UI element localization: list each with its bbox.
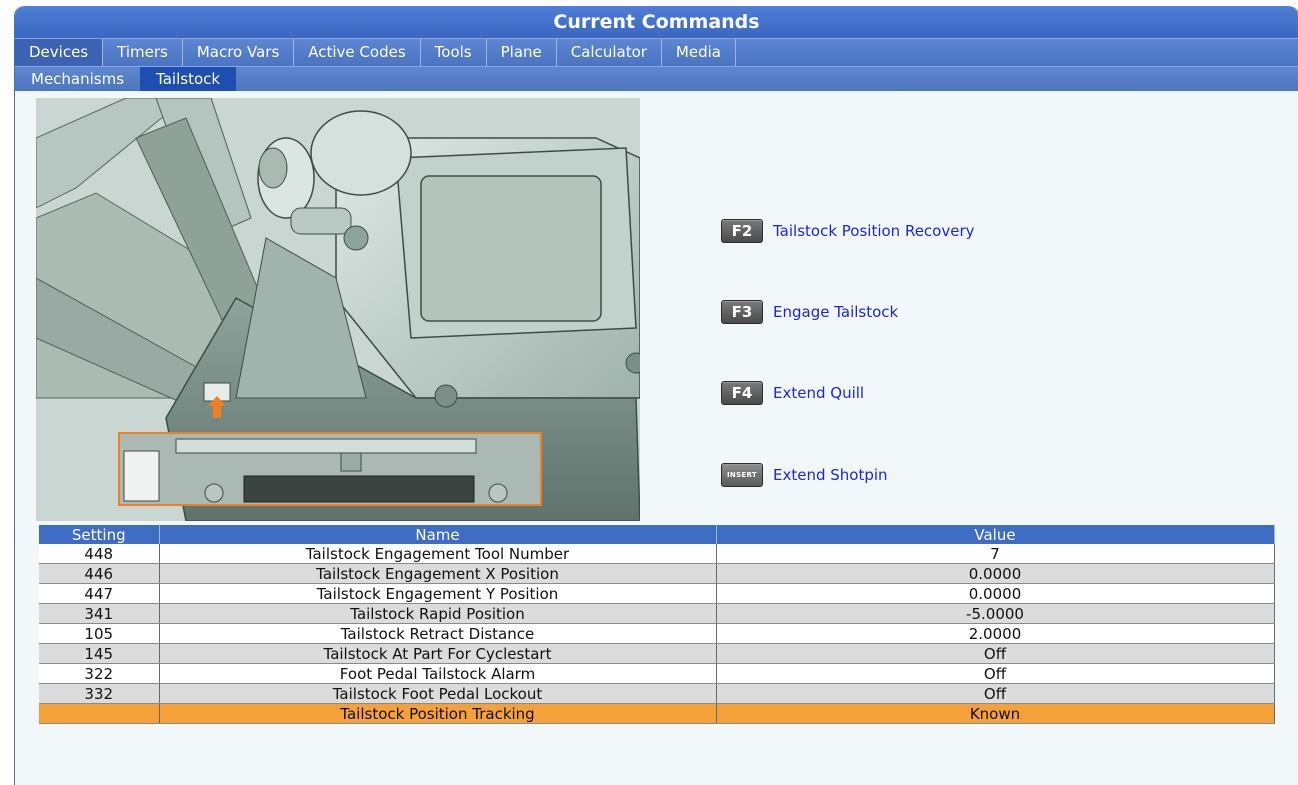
setting-name: Tailstock Position Tracking	[159, 703, 717, 724]
tab-bar-filler	[736, 39, 1298, 66]
setting-name: Tailstock Rapid Position	[159, 603, 717, 624]
setting-number: 332	[39, 683, 160, 704]
subtab-tailstock[interactable]: Tailstock	[140, 67, 237, 91]
setting-number: 341	[39, 603, 160, 624]
tailstock-illustration	[36, 98, 640, 521]
setting-name: Tailstock Engagement Y Position	[159, 583, 717, 604]
table-row[interactable]: 448 Tailstock Engagement Tool Number 7	[39, 544, 1275, 564]
setting-number: 448	[39, 544, 160, 564]
column-header-name[interactable]: Name	[159, 525, 717, 544]
window-title: Current Commands	[15, 6, 1298, 38]
f4-key[interactable]: F4	[721, 381, 763, 405]
column-header-setting[interactable]: Setting	[39, 525, 160, 544]
table-row[interactable]: 322 Foot Pedal Tailstock Alarm Off	[39, 663, 1275, 684]
table-header-row: Setting Name Value	[39, 525, 1275, 544]
setting-name: Tailstock At Part For Cyclestart	[159, 643, 717, 664]
tab-plane[interactable]: Plane	[487, 39, 557, 66]
table-row[interactable]: 341 Tailstock Rapid Position -5.0000	[39, 603, 1275, 624]
setting-name: Tailstock Engagement X Position	[159, 563, 717, 584]
tab-macro-vars[interactable]: Macro Vars	[183, 39, 295, 66]
tab-active-codes[interactable]: Active Codes	[294, 39, 421, 66]
function-f4[interactable]: F4 Extend Quill	[721, 380, 864, 406]
tailstock-position-recovery-label[interactable]: Tailstock Position Recovery	[773, 222, 975, 240]
function-f2[interactable]: F2 Tailstock Position Recovery	[721, 218, 975, 244]
tab-devices[interactable]: Devices	[15, 39, 104, 66]
f2-key[interactable]: F2	[721, 219, 763, 243]
extend-quill-label[interactable]: Extend Quill	[773, 384, 864, 402]
setting-value[interactable]: Off	[716, 643, 1275, 664]
setting-value[interactable]: Off	[716, 663, 1275, 684]
setting-value[interactable]: -5.0000	[716, 603, 1275, 624]
f3-key[interactable]: F3	[721, 300, 763, 324]
main-tab-bar: Devices Timers Macro Vars Active Codes T…	[15, 38, 1298, 66]
tab-timers[interactable]: Timers	[103, 39, 183, 66]
current-commands-window: Current Commands Devices Timers Macro Va…	[14, 6, 1298, 785]
extend-shotpin-label[interactable]: Extend Shotpin	[773, 466, 888, 484]
setting-value[interactable]: 0.0000	[716, 583, 1275, 604]
table-row[interactable]: 446 Tailstock Engagement X Position 0.00…	[39, 563, 1275, 584]
setting-value[interactable]: Off	[716, 683, 1275, 704]
tailstock-settings-table: Setting Name Value 448 Tailstock Engagem…	[39, 525, 1275, 724]
setting-name: Tailstock Engagement Tool Number	[159, 544, 717, 564]
insert-key[interactable]: INSERT	[721, 463, 763, 487]
setting-name: Tailstock Retract Distance	[159, 623, 717, 644]
setting-value[interactable]: 0.0000	[716, 563, 1275, 584]
table-row-selected[interactable]: Tailstock Position Tracking Known	[39, 703, 1275, 724]
setting-value[interactable]: 7	[716, 544, 1275, 564]
setting-number	[39, 703, 160, 724]
setting-number: 447	[39, 583, 160, 604]
setting-number: 446	[39, 563, 160, 584]
table-row[interactable]: 332 Tailstock Foot Pedal Lockout Off	[39, 683, 1275, 704]
column-header-value[interactable]: Value	[716, 525, 1275, 544]
table-row[interactable]: 447 Tailstock Engagement Y Position 0.00…	[39, 583, 1275, 604]
function-f3[interactable]: F3 Engage Tailstock	[721, 299, 898, 325]
function-insert[interactable]: INSERT Extend Shotpin	[721, 462, 888, 488]
tab-calculator[interactable]: Calculator	[557, 39, 662, 66]
setting-value[interactable]: 2.0000	[716, 623, 1275, 644]
setting-name: Tailstock Foot Pedal Lockout	[159, 683, 717, 704]
engage-tailstock-label[interactable]: Engage Tailstock	[773, 303, 898, 321]
tab-media[interactable]: Media	[662, 39, 736, 66]
setting-value[interactable]: Known	[716, 703, 1275, 724]
setting-number: 322	[39, 663, 160, 684]
tailstock-machine-image	[36, 98, 640, 521]
sub-tab-bar: Mechanisms Tailstock	[15, 66, 1298, 91]
subtab-mechanisms[interactable]: Mechanisms	[15, 67, 140, 91]
setting-name: Foot Pedal Tailstock Alarm	[159, 663, 717, 684]
setting-number: 105	[39, 623, 160, 644]
table-row[interactable]: 105 Tailstock Retract Distance 2.0000	[39, 623, 1275, 644]
tab-tools[interactable]: Tools	[421, 39, 487, 66]
table-row[interactable]: 145 Tailstock At Part For Cyclestart Off	[39, 643, 1275, 664]
setting-number: 145	[39, 643, 160, 664]
tailstock-panel: F2 Tailstock Position Recovery F3 Engage…	[15, 91, 1298, 785]
